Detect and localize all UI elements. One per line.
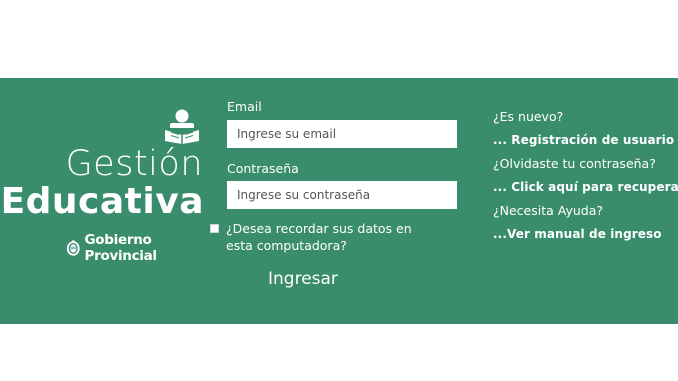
register-link[interactable]: ... Registración de usuario bbox=[493, 129, 678, 153]
remember-label: ¿Desea recordar sus datos en esta comput… bbox=[226, 221, 412, 253]
new-user-question: ¿Es nuevo? bbox=[493, 109, 564, 124]
email-label: Email bbox=[227, 99, 262, 114]
password-label: Contraseña bbox=[227, 161, 299, 176]
recover-password-link[interactable]: ... Click aquí para recuperarla bbox=[493, 176, 678, 200]
brand-title-light: Gestión bbox=[65, 144, 203, 184]
help-links: ¿Es nuevo? ... Registración de usuario ¿… bbox=[493, 105, 678, 246]
student-reading-icon bbox=[165, 109, 199, 144]
login-band: Gestión Educativa Gobierno Provincial Em… bbox=[0, 78, 678, 324]
email-field[interactable] bbox=[227, 120, 457, 148]
government-name: Gobierno Provincial bbox=[84, 232, 158, 264]
government-brand: Gobierno Provincial bbox=[66, 232, 215, 264]
forgot-password-question: ¿Olvidaste tu contraseña? bbox=[493, 156, 656, 171]
help-question: ¿Necesita Ayuda? bbox=[493, 203, 604, 218]
login-button[interactable]: Ingresar bbox=[268, 266, 338, 292]
password-field[interactable] bbox=[227, 181, 457, 209]
provincial-seal-icon bbox=[66, 240, 80, 256]
brand-logo: Gestión Educativa Gobierno Provincial bbox=[0, 78, 215, 324]
manual-link[interactable]: ...Ver manual de ingreso bbox=[493, 223, 678, 247]
brand-title-bold: Educativa bbox=[0, 181, 204, 222]
login-page: Gestión Educativa Gobierno Provincial Em… bbox=[0, 0, 678, 381]
remember-checkbox[interactable] bbox=[210, 224, 219, 233]
